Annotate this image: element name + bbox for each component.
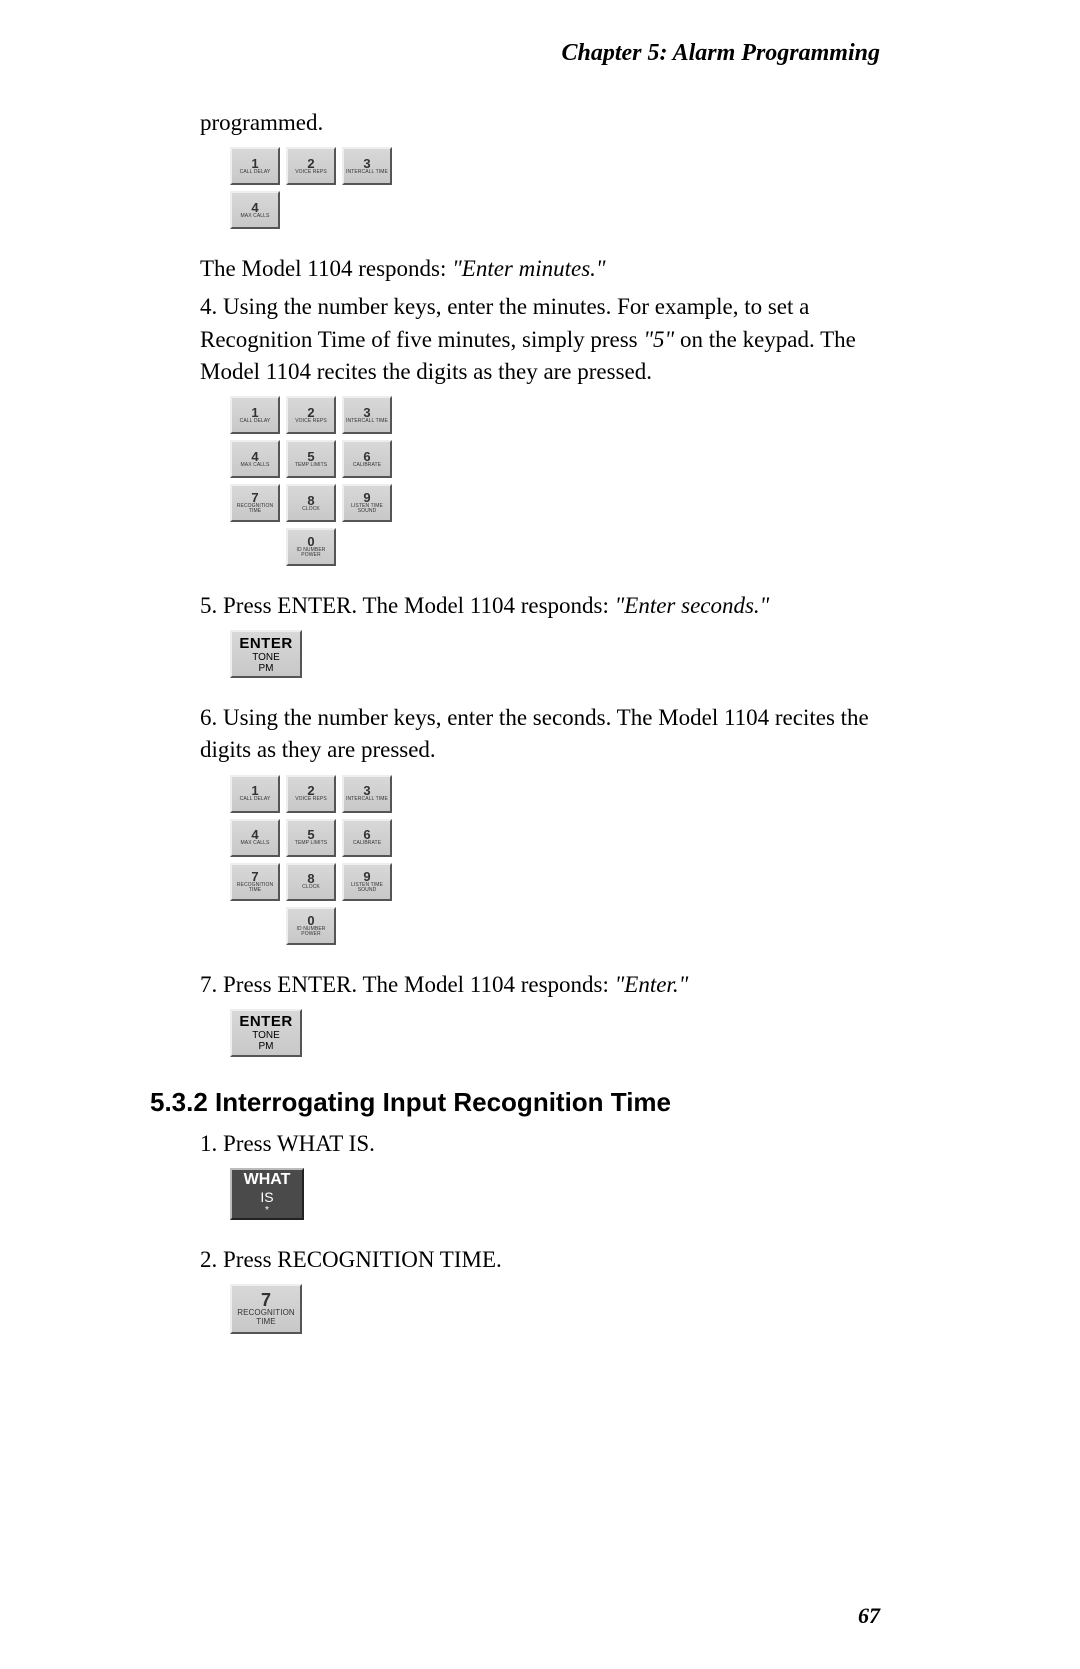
enter-key-illustration-2: ENTER TONE PM: [230, 1009, 880, 1057]
key-2: 2VOICE REPS: [286, 147, 336, 185]
section-heading-5-3-2: 5.3.2 Interrogating Input Recognition Ti…: [150, 1087, 880, 1118]
keypad-illustration-full-2: 1CALL DELAY 2VOICE REPS 3INTERCALL TIME …: [230, 775, 880, 945]
key-4: 4MAX CALLS: [230, 440, 280, 478]
key-4: 4MAX CALLS: [230, 819, 280, 857]
paragraph-programmed: programmed.: [200, 107, 880, 139]
key-0: 0ID NUMBER POWER: [286, 907, 336, 945]
key-enter: ENTER TONE PM: [230, 1009, 302, 1057]
enter-key-illustration-1: ENTER TONE PM: [230, 630, 880, 678]
key-3: 3INTERCALL TIME: [342, 396, 392, 434]
key-5: 5TEMP LIMITS: [286, 819, 336, 857]
step-6: 6. Using the number keys, enter the seco…: [200, 702, 880, 766]
key-6: 6CALIBRATE: [342, 440, 392, 478]
s532-step-1: 1. Press WHAT IS.: [200, 1128, 880, 1160]
key-1: 1CALL DELAY: [230, 396, 280, 434]
key-what-is: WHAT IS *: [230, 1168, 304, 1220]
quoted-text: "5": [643, 327, 674, 352]
key-3: 3INTERCALL TIME: [342, 147, 392, 185]
text: 7. Press ENTER. The Model 1104 responds:: [200, 972, 615, 997]
step-4: 4. Using the number keys, enter the minu…: [200, 291, 880, 388]
key-8: 8CLOCK: [286, 484, 336, 522]
quoted-text: "Enter minutes.": [452, 256, 605, 281]
key-7: 7RECOGNITION TIME: [230, 863, 280, 901]
page-number: 67: [858, 1603, 880, 1629]
step-5: 5. Press ENTER. The Model 1104 responds:…: [200, 590, 880, 622]
key-2: 2VOICE REPS: [286, 775, 336, 813]
key-7-illustration: 7 RECOGNITION TIME: [230, 1284, 880, 1334]
key-9: 9LISTEN TIME SOUND: [342, 484, 392, 522]
key-7-recognition-time: 7 RECOGNITION TIME: [230, 1284, 302, 1334]
quoted-text: "Enter.": [615, 972, 689, 997]
paragraph-responds-minutes: The Model 1104 responds: "Enter minutes.…: [200, 253, 880, 285]
key-0: 0ID NUMBER POWER: [286, 528, 336, 566]
key-7: 7RECOGNITION TIME: [230, 484, 280, 522]
chapter-header: Chapter 5: Alarm Programming: [150, 40, 880, 67]
what-is-key-illustration: WHAT IS *: [230, 1168, 880, 1220]
key-4: 4MAX CALLS: [230, 191, 280, 229]
key-2: 2VOICE REPS: [286, 396, 336, 434]
keypad-illustration-1: 1CALL DELAY 2VOICE REPS 3INTERCALL TIME …: [230, 147, 880, 229]
text: 5. Press ENTER. The Model 1104 responds:: [200, 593, 615, 618]
text: The Model 1104 responds:: [200, 256, 452, 281]
keypad-illustration-full-1: 1CALL DELAY 2VOICE REPS 3INTERCALL TIME …: [230, 396, 880, 566]
key-5: 5TEMP LIMITS: [286, 440, 336, 478]
s532-step-2: 2. Press RECOGNITION TIME.: [200, 1244, 880, 1276]
step-7: 7. Press ENTER. The Model 1104 responds:…: [200, 969, 880, 1001]
key-8: 8CLOCK: [286, 863, 336, 901]
quoted-text: "Enter seconds.": [615, 593, 770, 618]
key-1: 1CALL DELAY: [230, 147, 280, 185]
key-9: 9LISTEN TIME SOUND: [342, 863, 392, 901]
key-3: 3INTERCALL TIME: [342, 775, 392, 813]
key-6: 6CALIBRATE: [342, 819, 392, 857]
key-enter: ENTER TONE PM: [230, 630, 302, 678]
key-1: 1CALL DELAY: [230, 775, 280, 813]
